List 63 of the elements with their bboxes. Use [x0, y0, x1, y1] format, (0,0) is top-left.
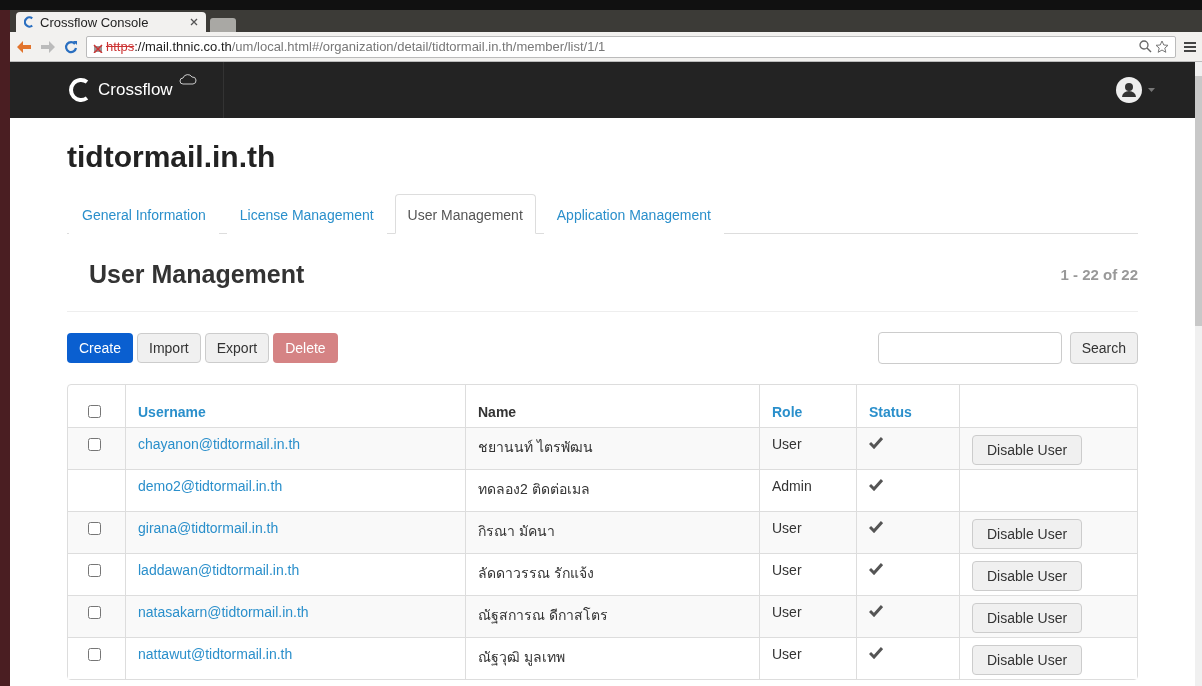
username-link[interactable]: laddawan@tidtormail.in.th [138, 562, 300, 578]
check-icon [869, 605, 883, 617]
check-icon [869, 479, 883, 491]
username-link[interactable]: chayanon@tidtormail.in.th [138, 436, 301, 452]
role-cell: User [772, 646, 802, 662]
zoom-icon[interactable] [1139, 40, 1152, 53]
check-icon [869, 647, 883, 659]
name-cell: ณัฐสการณ ดีกาสโตร [478, 607, 608, 623]
cloud-icon [178, 74, 197, 85]
close-icon[interactable] [190, 18, 198, 26]
action-button[interactable]: Export [204, 333, 270, 363]
caret-icon [1148, 88, 1155, 92]
role-cell: User [772, 520, 802, 536]
disable-user-button[interactable]: Disable User [972, 645, 1083, 675]
username-link[interactable]: demo2@tidtormail.in.th [138, 478, 283, 494]
logo-icon [24, 16, 35, 28]
menu-icon[interactable] [1184, 40, 1196, 53]
column-header[interactable]: Username [138, 404, 206, 420]
name-cell: ทดลอง2 ติดต่อเมล [478, 481, 590, 497]
search-button[interactable]: Search [1069, 332, 1138, 364]
name-cell: ลัดดาวรรณ รักแจ้ง [478, 565, 594, 581]
username-link[interactable]: girana@tidtormail.in.th [138, 520, 279, 536]
role-cell: User [772, 436, 802, 452]
column-header[interactable]: Status [869, 404, 912, 420]
action-button[interactable]: Create [67, 333, 134, 363]
username-link[interactable]: nattawut@tidtormail.in.th [138, 646, 293, 662]
back-icon[interactable] [16, 39, 32, 54]
check-icon [869, 563, 883, 575]
row-checkbox[interactable] [88, 648, 101, 661]
user-menu[interactable] [1116, 77, 1155, 103]
organization-title: tidtormail.in.th [67, 140, 277, 174]
name-cell: ชยานนท์ ไตรพัฒน [478, 439, 593, 455]
role-cell: User [772, 604, 802, 620]
column-header[interactable]: Role [772, 404, 803, 420]
check-icon [869, 521, 883, 533]
disable-user-button[interactable]: Disable User [972, 435, 1083, 465]
address-field[interactable]: https://mail.thnic.co.th/um/local.html#/organization/detail/tidtormail.in.th/member/list/1/1 [86, 35, 1176, 58]
row-checkbox[interactable] [88, 522, 101, 535]
scrollbar-thumb[interactable] [1195, 76, 1202, 326]
name-cell: กิรณา มัคนา [478, 523, 555, 539]
row-checkbox[interactable] [88, 564, 101, 577]
reload-icon[interactable] [64, 39, 78, 54]
disable-user-button[interactable]: Disable User [972, 603, 1083, 633]
search-field[interactable] [877, 332, 1062, 364]
check-icon [869, 437, 883, 449]
section-title: User Management [89, 260, 305, 289]
brand-name[interactable]: Crossflow [98, 80, 173, 100]
tab[interactable]: User Management [394, 194, 536, 234]
role-cell: Admin [772, 478, 812, 494]
user-icon [1116, 77, 1142, 103]
disable-user-button[interactable]: Disable User [972, 519, 1083, 549]
column-header: Name [478, 404, 517, 420]
username-link[interactable]: natasakarn@tidtormail.in.th [138, 604, 309, 620]
row-checkbox[interactable] [88, 606, 101, 619]
row-checkbox[interactable] [88, 438, 101, 451]
action-button[interactable]: Import [137, 333, 201, 363]
role-cell: User [772, 562, 802, 578]
select-all-checkbox[interactable] [88, 405, 101, 418]
result-range: 1 - 22 of 22 [1060, 266, 1138, 283]
star-icon[interactable] [1155, 39, 1169, 54]
name-cell: ณัฐวุฒิ มูลเทพ [478, 649, 565, 665]
disable-user-button[interactable]: Disable User [972, 561, 1083, 591]
browser-tab[interactable]: Crossflow Console [16, 12, 206, 32]
